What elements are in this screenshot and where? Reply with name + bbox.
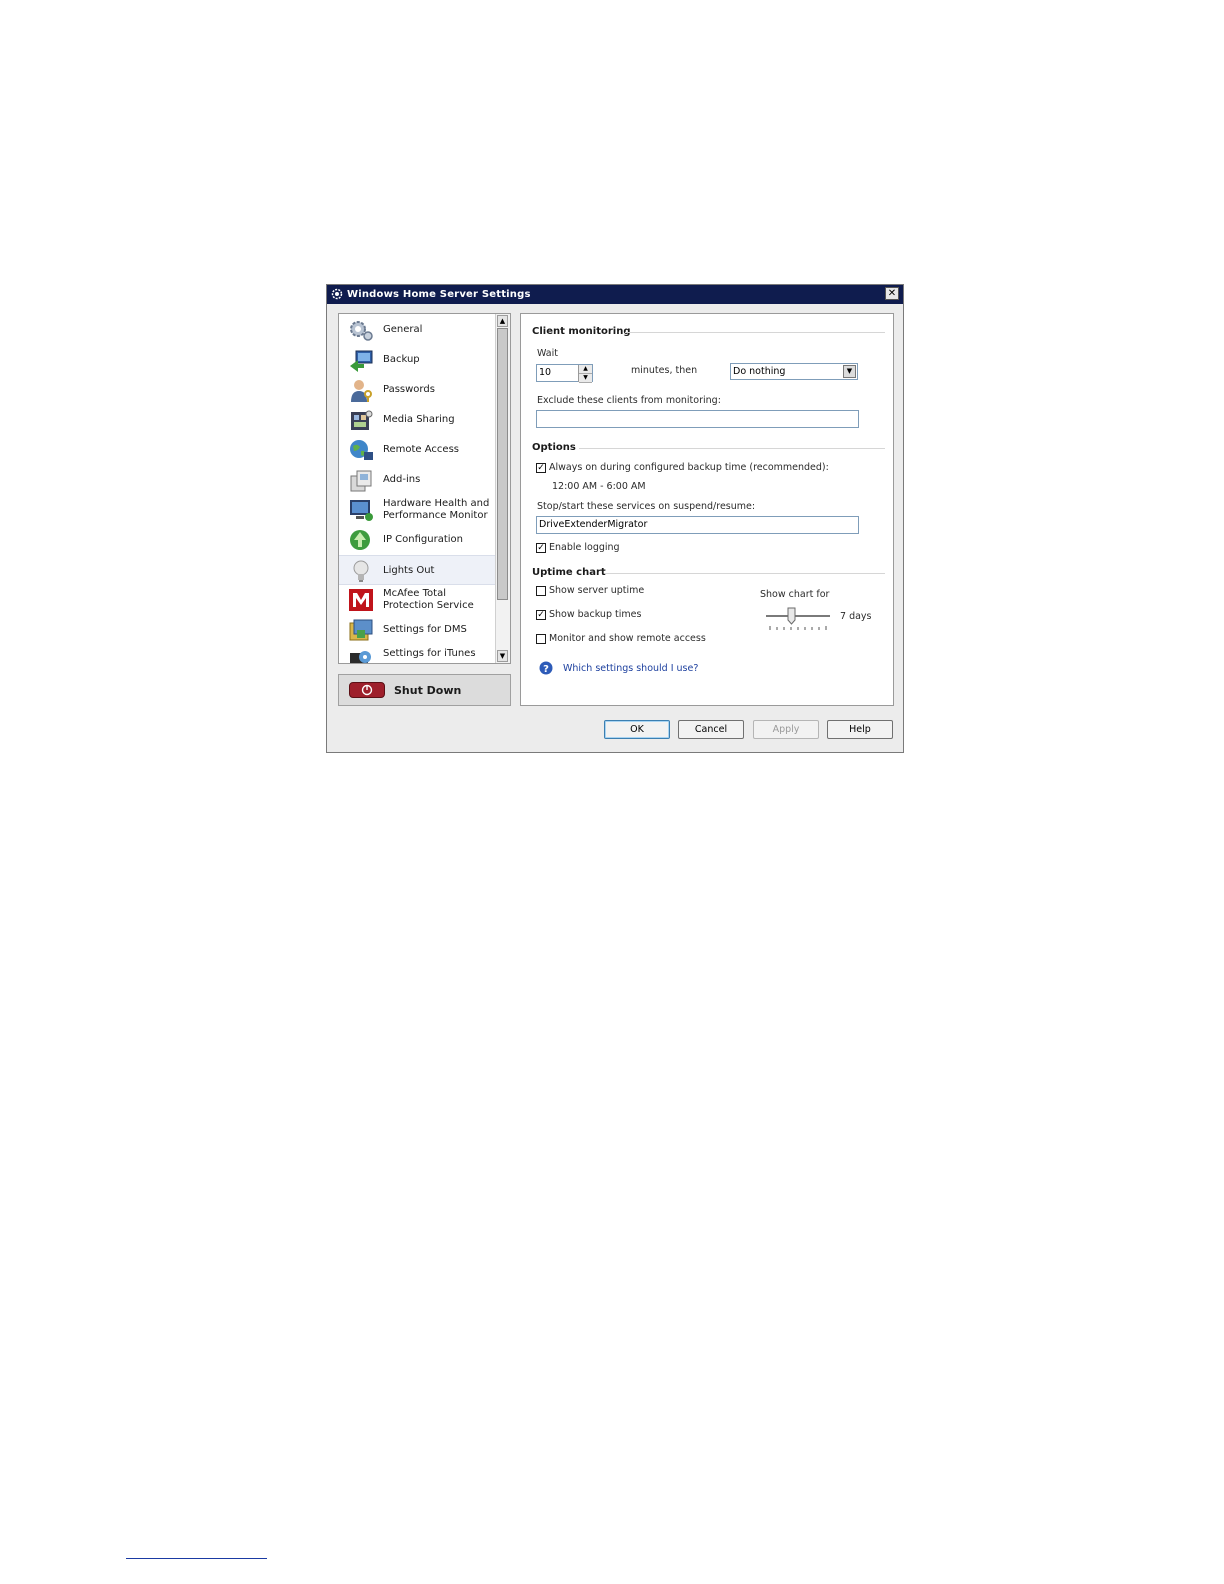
nav-item-settings-itunes[interactable]: Settings for iTunes xyxy=(339,645,496,663)
nav-label: Add-ins xyxy=(383,474,421,485)
power-icon xyxy=(349,682,385,698)
footnote-rule xyxy=(126,1558,267,1559)
scroll-thumb[interactable] xyxy=(497,328,508,600)
chevron-down-icon[interactable]: ▼ xyxy=(843,365,856,378)
settings-nav-list: General Backup Passwords Media Sharing R… xyxy=(338,313,511,664)
which-settings-link[interactable]: Which settings should I use? xyxy=(563,663,698,674)
nav-item-settings-dms[interactable]: Settings for DMS xyxy=(339,615,496,645)
nav-label: Settings for DMS xyxy=(383,624,467,635)
minutes-then-label: minutes, then xyxy=(631,365,698,376)
globe-computer-icon xyxy=(350,440,373,460)
settings-panel: Client monitoring Wait 10 ▲ ▼ minutes, t… xyxy=(520,313,894,706)
apply-button[interactable]: Apply xyxy=(753,720,819,739)
nav-label: Backup xyxy=(383,354,420,365)
action-dropdown-value: Do nothing xyxy=(733,366,786,377)
mcafee-icon xyxy=(349,589,373,611)
services-label: Stop/start these services on suspend/res… xyxy=(537,501,756,512)
ok-button[interactable]: OK xyxy=(604,720,670,739)
cancel-button[interactable]: Cancel xyxy=(678,720,744,739)
nav-item-backup[interactable]: Backup xyxy=(339,345,496,375)
nav-label: Hardware Health and Performance Monitor xyxy=(383,498,490,521)
nav-item-mcafee[interactable]: McAfee Total Protection Service xyxy=(339,585,496,615)
monitor-icon xyxy=(350,500,373,521)
user-key-icon xyxy=(351,380,372,402)
window-title: Windows Home Server Settings xyxy=(347,289,531,300)
nav-label: Media Sharing xyxy=(383,414,455,425)
spin-down-icon[interactable]: ▼ xyxy=(579,374,592,383)
gear-icon xyxy=(331,288,343,300)
options-heading: Options xyxy=(532,442,576,453)
shut-down-label: Shut Down xyxy=(394,684,462,697)
chart-duration-slider[interactable] xyxy=(764,606,834,632)
scroll-up-icon[interactable]: ▲ xyxy=(497,315,508,327)
enable-logging-checkbox[interactable]: ✓ xyxy=(536,543,546,553)
nav-item-remote-access[interactable]: Remote Access xyxy=(339,435,496,465)
help-button[interactable]: Help xyxy=(827,720,893,739)
nav-item-ip-configuration[interactable]: IP Configuration xyxy=(339,525,496,555)
scroll-down-icon[interactable]: ▼ xyxy=(497,650,508,662)
action-dropdown[interactable]: Do nothing ▼ xyxy=(730,363,858,380)
show-server-uptime-checkbox[interactable] xyxy=(536,586,546,596)
nav-label: IP Configuration xyxy=(383,534,463,545)
backup-computer-icon xyxy=(350,350,373,372)
services-input[interactable]: DriveExtenderMigrator xyxy=(536,516,859,534)
media-icon xyxy=(351,410,373,430)
remote-access-checkbox[interactable] xyxy=(536,634,546,644)
nav-item-add-ins[interactable]: Add-ins xyxy=(339,465,496,495)
nav-label: General xyxy=(383,324,423,335)
nav-scrollbar[interactable]: ▲ ▼ xyxy=(495,314,510,663)
always-on-label: Always on during configured backup time … xyxy=(549,462,829,473)
show-server-uptime-label: Show server uptime xyxy=(549,585,645,596)
nav-label: Remote Access xyxy=(383,444,459,455)
help-question-icon: ? xyxy=(539,661,553,675)
network-icon xyxy=(350,530,370,550)
spinner-buttons[interactable]: ▲ ▼ xyxy=(578,365,592,383)
nav-item-general[interactable]: General xyxy=(339,315,496,345)
section-divider xyxy=(625,332,885,333)
nav-label: McAfee Total Protection Service xyxy=(383,588,474,611)
nav-item-lights-out[interactable]: Lights Out xyxy=(339,555,496,585)
settings-dialog: Windows Home Server Settings ✕ General B… xyxy=(326,284,904,753)
svg-text:?: ? xyxy=(543,664,549,675)
uptime-chart-heading: Uptime chart xyxy=(532,567,606,578)
gears-icon xyxy=(350,321,373,341)
enable-logging-label: Enable logging xyxy=(549,542,620,553)
dms-icon xyxy=(349,619,373,641)
nav-label: Passwords xyxy=(383,384,435,395)
backup-time-range: 12:00 AM - 6:00 AM xyxy=(552,481,646,492)
show-chart-for-label: Show chart for xyxy=(760,589,830,600)
close-button[interactable]: ✕ xyxy=(885,287,899,300)
show-backup-times-checkbox[interactable]: ✓ xyxy=(536,610,546,620)
wait-minutes-spinner[interactable]: 10 ▲ ▼ xyxy=(536,364,593,383)
nav-item-passwords[interactable]: Passwords xyxy=(339,375,496,405)
exclude-clients-input[interactable] xyxy=(536,410,859,428)
client-monitoring-heading: Client monitoring xyxy=(532,326,631,337)
section-divider xyxy=(579,448,885,449)
lightbulb-icon xyxy=(353,560,369,582)
chart-days-value: 7 days xyxy=(840,611,872,622)
nav-item-hardware-health[interactable]: Hardware Health and Performance Monitor xyxy=(339,495,496,525)
wait-minutes-value: 10 xyxy=(539,367,552,378)
spin-up-icon[interactable]: ▲ xyxy=(579,365,592,374)
exclude-clients-label: Exclude these clients from monitoring: xyxy=(537,395,721,406)
always-on-checkbox[interactable]: ✓ xyxy=(536,463,546,473)
nav-item-media-sharing[interactable]: Media Sharing xyxy=(339,405,496,435)
slider-thumb xyxy=(787,607,796,625)
addins-icon xyxy=(350,470,372,492)
wait-label: Wait xyxy=(537,348,558,359)
nav-label: Lights Out xyxy=(383,565,435,576)
title-bar[interactable]: Windows Home Server Settings ✕ xyxy=(327,285,903,304)
show-backup-times-label: Show backup times xyxy=(549,609,642,620)
nav-label: Settings for iTunes xyxy=(383,648,476,659)
remote-access-label: Monitor and show remote access xyxy=(549,633,706,644)
section-divider xyxy=(605,573,885,574)
itunes-icon xyxy=(350,651,371,663)
shut-down-button[interactable]: Shut Down xyxy=(338,674,511,706)
